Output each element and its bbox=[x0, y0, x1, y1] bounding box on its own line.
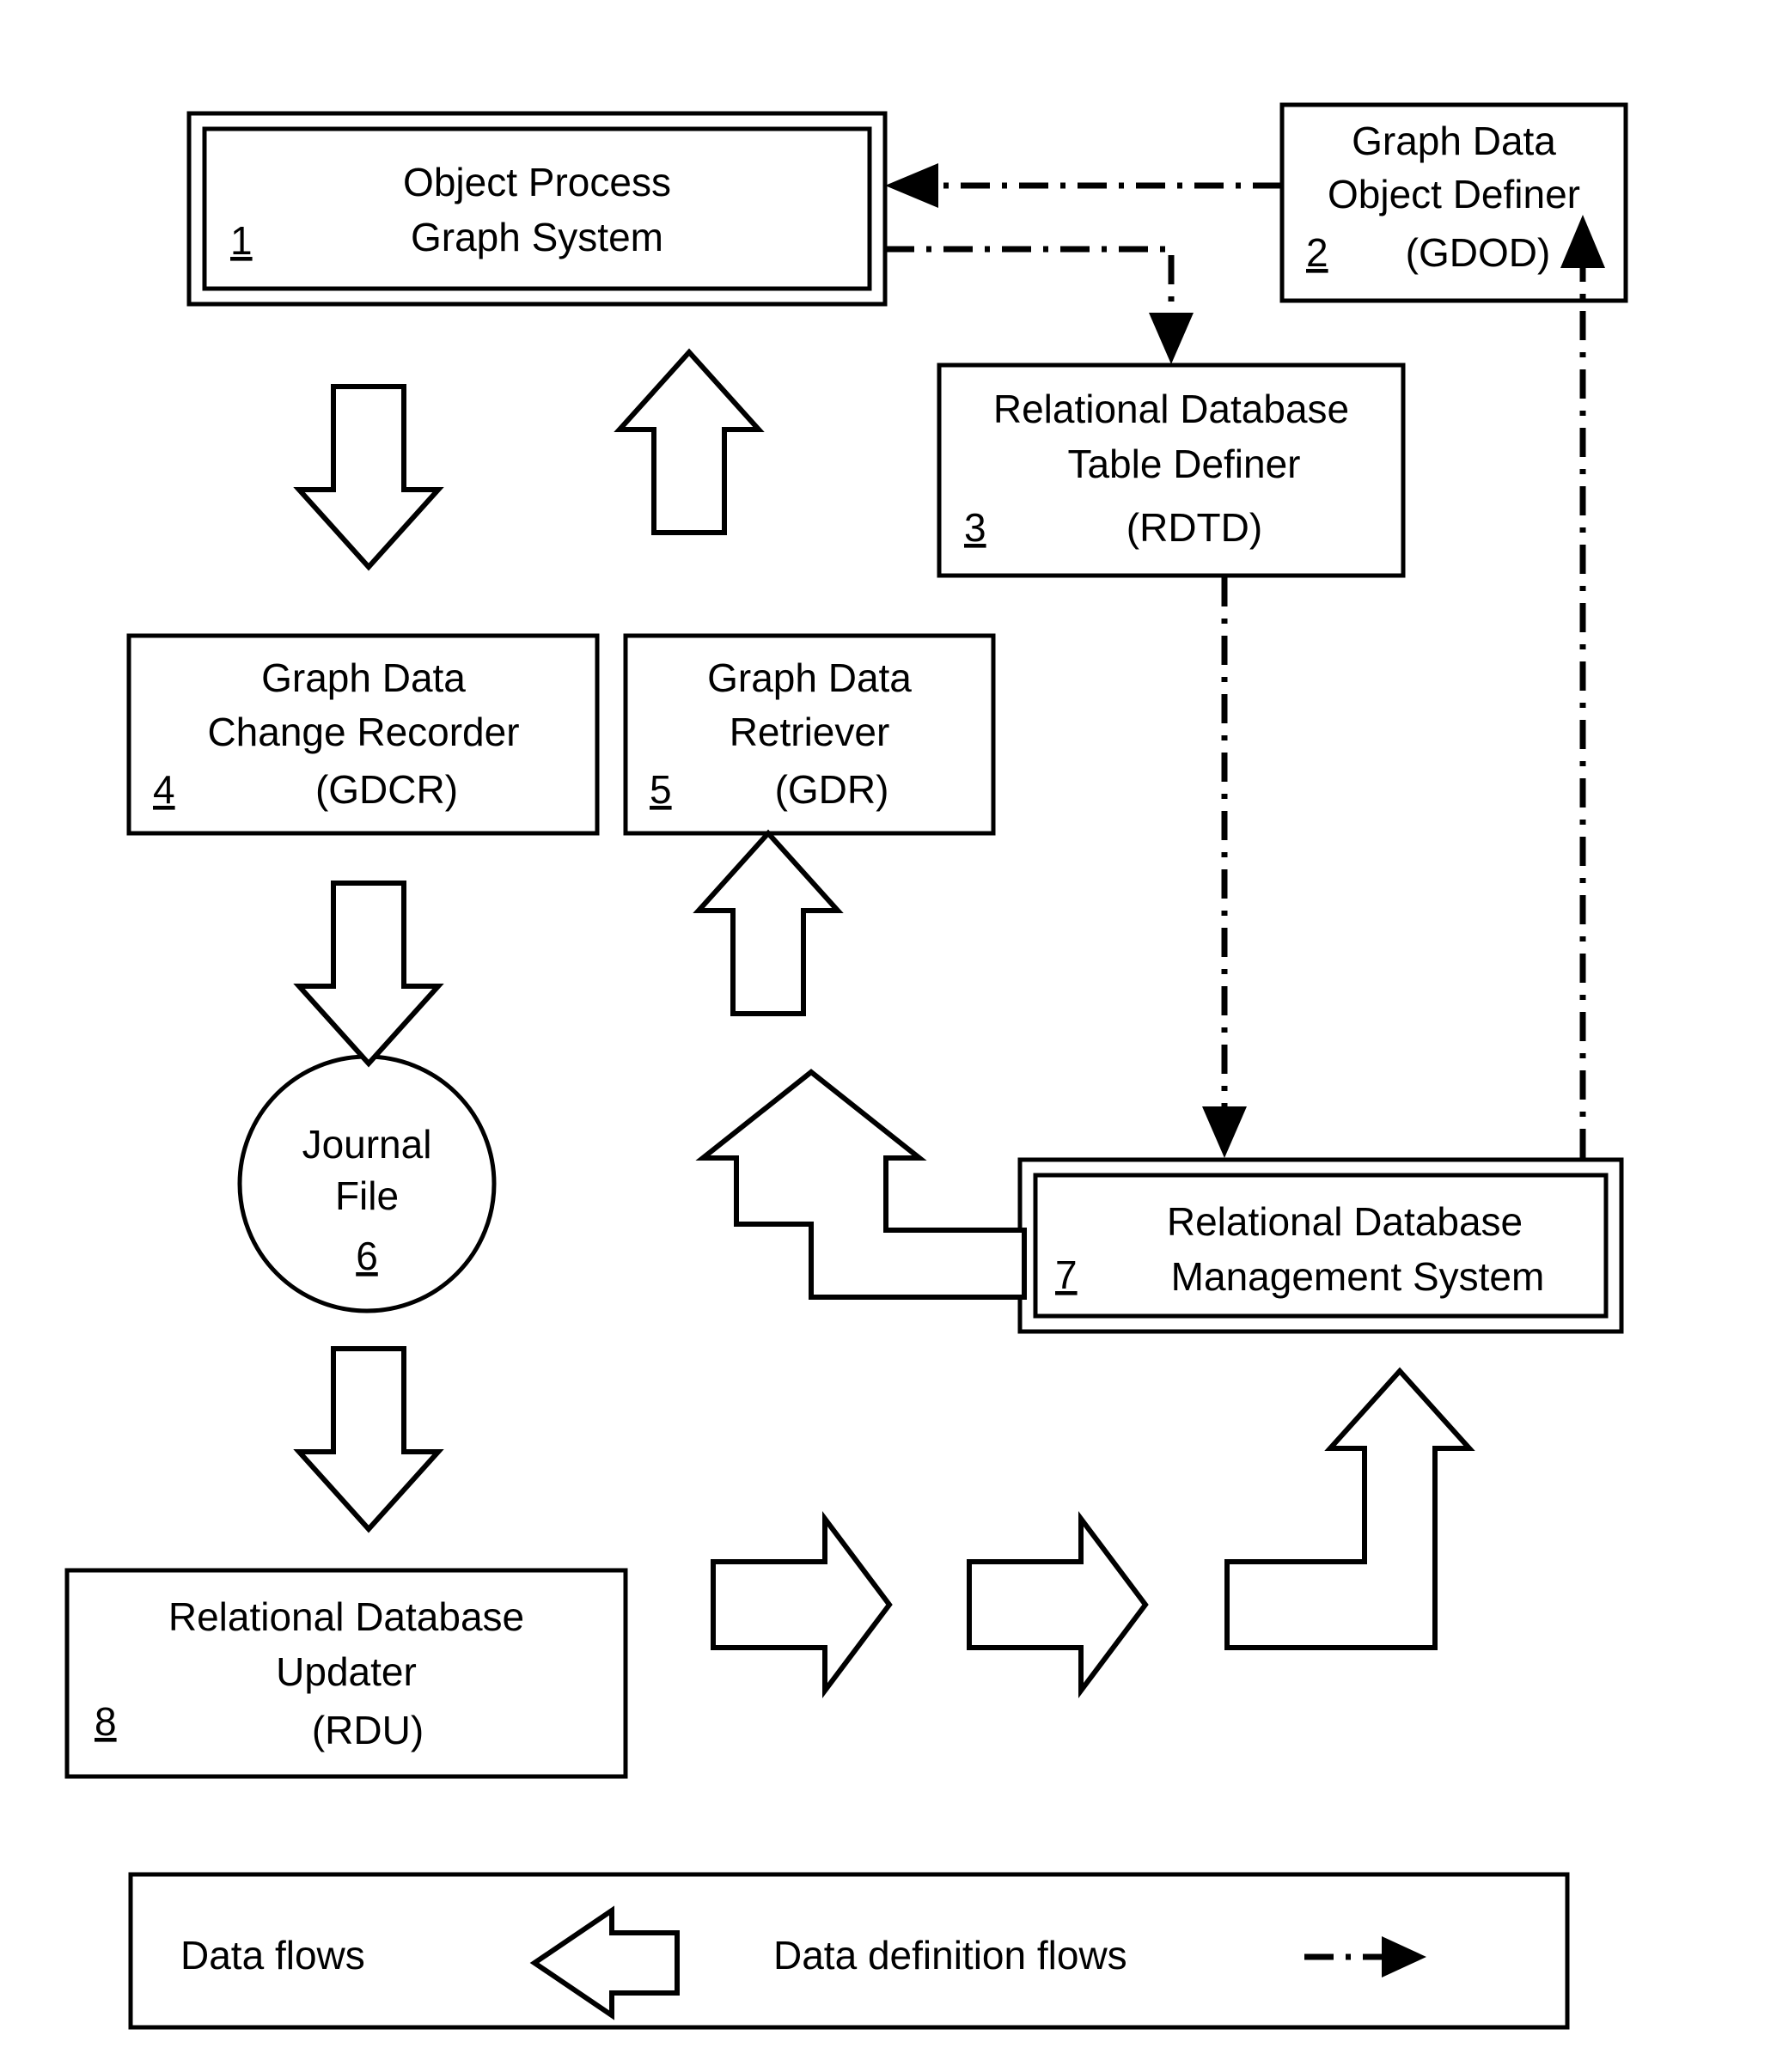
node-4-line-1: Graph Data bbox=[261, 655, 466, 700]
node-5-line-2: Retriever bbox=[730, 710, 890, 754]
node-5-line-1: Graph Data bbox=[707, 655, 912, 700]
node-4-ref-number: 4 bbox=[153, 767, 175, 812]
node-8-ref-number: 8 bbox=[95, 1699, 117, 1744]
node-8-line-2: Updater bbox=[276, 1649, 417, 1694]
node-5-line-3: (GDR) bbox=[775, 767, 889, 812]
node-1-line-2: Graph System bbox=[411, 215, 663, 259]
node-1-line-1: Object Process bbox=[403, 160, 671, 204]
node-6-line-2: File bbox=[335, 1173, 399, 1218]
node-4-line-2: Change Recorder bbox=[207, 710, 519, 754]
node-3-line-3: (RDTD) bbox=[1127, 505, 1262, 550]
block-diagram-svg: Object Process Graph System 1 Graph Data… bbox=[64, 102, 1628, 2030]
legend-dd-arrowhead bbox=[1382, 1936, 1426, 1978]
data-flow-arrow-1-to-4 bbox=[293, 384, 444, 571]
node-3-line-1: Relational Database bbox=[993, 387, 1349, 431]
node-graph-data-retriever: Graph Data Retriever (GDR) 5 bbox=[623, 633, 996, 836]
data-flow-arrow-5-up bbox=[693, 829, 844, 1016]
node-1-outer-border bbox=[186, 111, 888, 307]
node-4-line-3: (GDCR) bbox=[315, 767, 458, 812]
node-6-ref-number: 6 bbox=[356, 1234, 378, 1278]
node-6-line-1: Journal bbox=[302, 1122, 432, 1167]
node-3-line-2: Table Definer bbox=[1067, 442, 1300, 486]
data-flow-arrow-8-right-2 bbox=[967, 1511, 1149, 1698]
node-relational-database-management-system: Relational Database Management System 7 bbox=[1017, 1157, 1624, 1334]
legend-data-flows-label: Data flows bbox=[180, 1933, 365, 1978]
data-flow-arrow-to-7 bbox=[1224, 1367, 1475, 1650]
node-7-line-1: Relational Database bbox=[1167, 1199, 1523, 1244]
dd-flow-1-to-3-arrowhead bbox=[1149, 313, 1194, 364]
data-flow-arrow-3-to-1 bbox=[614, 348, 765, 535]
node-5-ref-number: 5 bbox=[650, 767, 672, 812]
node-journal-file: Journal File 6 bbox=[237, 1054, 497, 1313]
node-2-line-1: Graph Data bbox=[1352, 119, 1556, 163]
legend: Data flows Data definition flows bbox=[128, 1872, 1570, 2030]
dd-flow-1-to-3-line bbox=[885, 246, 1175, 344]
figure-canvas: Object Process Graph System 1 Graph Data… bbox=[0, 0, 1789, 2072]
node-2-ref-number: 2 bbox=[1306, 230, 1328, 275]
data-flow-arrow-7-to-5 bbox=[695, 1069, 1027, 1300]
node-1-ref-number: 1 bbox=[230, 218, 253, 263]
node-1-inner-border bbox=[202, 126, 872, 291]
node-7-ref-number: 7 bbox=[1055, 1252, 1078, 1297]
node-2-line-2: Object Definer bbox=[1328, 172, 1580, 216]
data-flow-arrow-4-to-6 bbox=[293, 881, 444, 1068]
dd-flow-2-to-1-arrowhead bbox=[885, 163, 938, 208]
dd-flow-7-to-2-arrowhead bbox=[1560, 215, 1605, 268]
node-8-line-1: Relational Database bbox=[168, 1594, 524, 1639]
node-relational-database-table-definer: Relational Database Table Definer (RDTD)… bbox=[937, 363, 1406, 578]
node-7-line-2: Management System bbox=[1171, 1254, 1545, 1299]
data-flow-arrow-6-to-8 bbox=[293, 1346, 444, 1533]
legend-data-definition-flows-label: Data definition flows bbox=[773, 1933, 1127, 1978]
node-object-process-graph-system: Object Process Graph System 1 bbox=[186, 111, 888, 307]
node-graph-data-change-recorder: Graph Data Change Recorder (GDCR) 4 bbox=[126, 633, 600, 836]
legend-data-flows-arrow bbox=[529, 1905, 680, 2020]
dd-flow-3-to-7-arrowhead bbox=[1202, 1106, 1247, 1158]
node-graph-data-object-definer: Graph Data Object Definer (GDOD) 2 bbox=[1279, 102, 1628, 303]
data-flow-arrow-8-right-1 bbox=[711, 1511, 893, 1698]
node-2-line-3: (GDOD) bbox=[1406, 230, 1551, 275]
node-7-outer-border bbox=[1017, 1157, 1624, 1334]
node-relational-database-updater: Relational Database Updater (RDU) 8 bbox=[64, 1568, 628, 1779]
node-3-ref-number: 3 bbox=[964, 505, 986, 550]
node-8-line-3: (RDU) bbox=[312, 1708, 424, 1752]
